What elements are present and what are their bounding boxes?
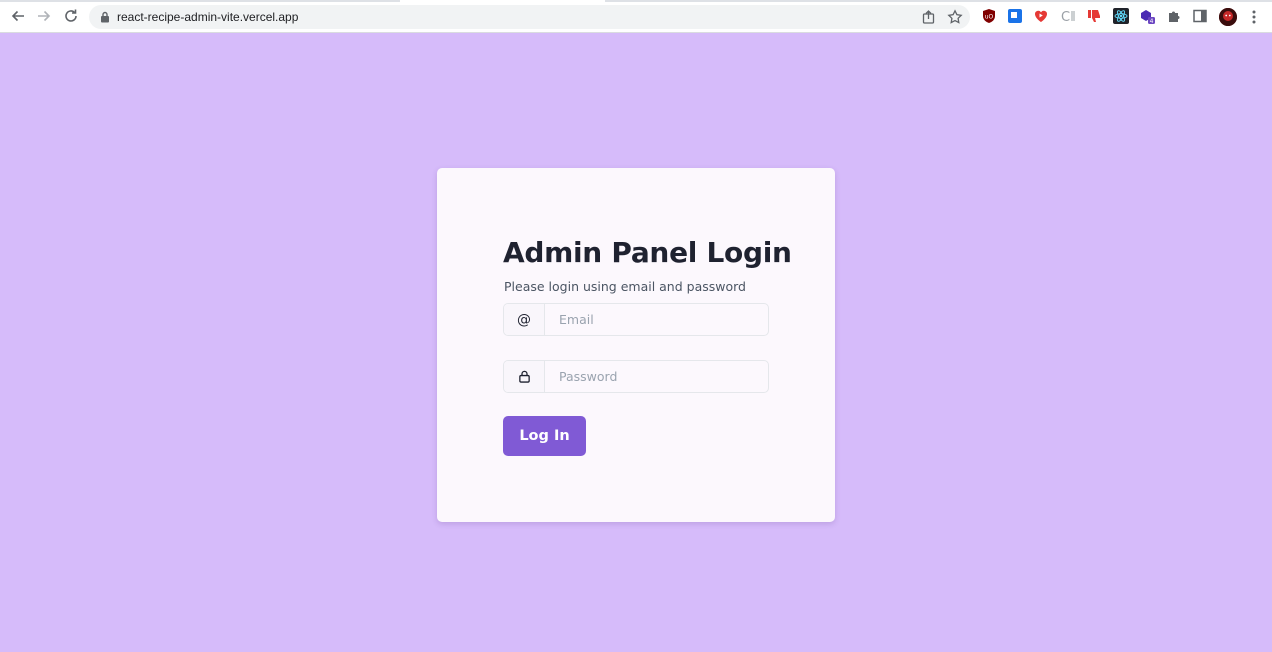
forward-button[interactable] bbox=[34, 6, 54, 26]
profile-picture-icon bbox=[1219, 8, 1237, 26]
arrow-left-icon bbox=[11, 10, 24, 22]
code-c-icon: C bbox=[1061, 10, 1075, 24]
profile-avatar[interactable] bbox=[1219, 8, 1237, 26]
react-atom-icon bbox=[1113, 8, 1129, 24]
back-button[interactable] bbox=[8, 6, 28, 26]
bookmark-star-icon[interactable] bbox=[947, 9, 963, 25]
tab-strip-edge bbox=[605, 0, 1272, 2]
svg-text:uO: uO bbox=[985, 14, 994, 21]
extensions-button[interactable] bbox=[1166, 8, 1182, 24]
email-field[interactable]: @ bbox=[503, 303, 769, 336]
browser-toolbar: react-recipe-admin-vite.vercel.app uO C bbox=[0, 0, 1272, 33]
reload-icon bbox=[65, 9, 77, 22]
tab-strip-edge bbox=[0, 0, 400, 2]
reload-button[interactable] bbox=[61, 6, 81, 26]
email-input[interactable] bbox=[546, 304, 768, 335]
shield-icon: uO bbox=[983, 9, 995, 23]
arrow-right-icon bbox=[38, 10, 51, 22]
password-input[interactable] bbox=[546, 361, 768, 392]
side-panel-icon bbox=[1193, 9, 1207, 23]
url-text[interactable]: react-recipe-admin-vite.vercel.app bbox=[117, 5, 298, 29]
puzzle-piece-icon bbox=[1169, 11, 1180, 22]
purple-cube-icon: 4 bbox=[1141, 10, 1155, 24]
dislike-extension-icon[interactable] bbox=[1086, 8, 1102, 24]
apollo-extension-icon[interactable]: 4 bbox=[1139, 8, 1155, 24]
password-field[interactable] bbox=[503, 360, 769, 393]
share-icon[interactable] bbox=[921, 9, 937, 25]
padlock-icon bbox=[518, 370, 530, 383]
log-in-button[interactable]: Log In bbox=[503, 416, 586, 456]
lock-icon[interactable] bbox=[100, 11, 110, 23]
login-card: Admin Panel Login Please login using ema… bbox=[437, 168, 835, 522]
thumbs-down-icon bbox=[1088, 10, 1100, 22]
blue-square-icon bbox=[1008, 9, 1022, 23]
login-subtitle: Please login using email and password bbox=[504, 279, 746, 294]
address-bar[interactable]: react-recipe-admin-vite.vercel.app bbox=[89, 5, 970, 29]
chrome-menu-icon[interactable] bbox=[1246, 8, 1262, 26]
at-sign-icon: @ bbox=[504, 304, 545, 335]
code-extension-icon[interactable]: C bbox=[1060, 8, 1076, 24]
youtube-extension-icon[interactable] bbox=[1033, 8, 1049, 24]
side-panel-button[interactable] bbox=[1192, 8, 1208, 24]
react-devtools-extension-icon[interactable] bbox=[1113, 8, 1129, 24]
login-title: Admin Panel Login bbox=[503, 236, 792, 269]
padlock-addon bbox=[504, 361, 545, 392]
blue-extension-icon[interactable] bbox=[1007, 8, 1023, 24]
extension-badge: 4 bbox=[1150, 18, 1154, 24]
ublock-extension-icon[interactable]: uO bbox=[981, 8, 997, 24]
svg-text:C: C bbox=[1061, 10, 1070, 24]
heart-play-icon bbox=[1034, 10, 1048, 22]
